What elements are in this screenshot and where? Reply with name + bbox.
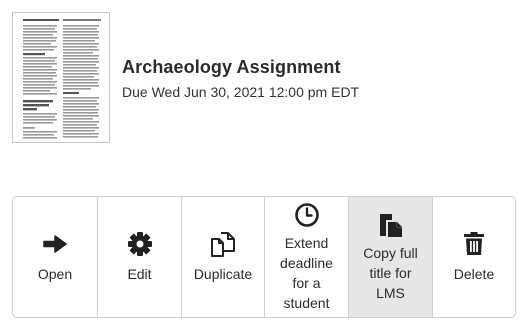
copy-solid-icon	[377, 211, 405, 239]
duplicate-button[interactable]: Duplicate	[182, 197, 265, 317]
edit-button[interactable]: Edit	[98, 197, 182, 317]
delete-label: Delete	[453, 266, 495, 282]
copy-title-button[interactable]: Copy full title for LMS	[349, 197, 433, 317]
document-thumbnail[interactable]	[12, 12, 110, 143]
open-button[interactable]: Open	[13, 197, 98, 317]
copy-icon	[209, 230, 237, 258]
duplicate-label: Duplicate	[193, 266, 253, 282]
document-thumbnail-icon	[13, 13, 109, 142]
assignment-title[interactable]: Archaeology Assignment	[122, 57, 341, 78]
extend-deadline-button[interactable]: Extend deadline for a student	[265, 197, 349, 317]
gear-icon	[126, 230, 154, 258]
clock-icon	[293, 201, 321, 229]
assignment-card: Archaeology Assignment Due Wed Jun 30, 2…	[12, 12, 512, 146]
open-label: Open	[37, 266, 73, 282]
delete-button[interactable]: Delete	[433, 197, 515, 317]
due-date: Due Wed Jun 30, 2021 12:00 pm EDT	[122, 84, 360, 100]
trash-icon	[460, 230, 488, 258]
arrow-right-icon	[41, 230, 69, 258]
edit-label: Edit	[127, 266, 152, 282]
extend-deadline-label: Extend deadline for a student	[280, 235, 333, 311]
copy-title-label: Copy full title for LMS	[363, 245, 418, 301]
action-bar: Open Edit Duplicate Extend deadline for …	[12, 196, 516, 318]
